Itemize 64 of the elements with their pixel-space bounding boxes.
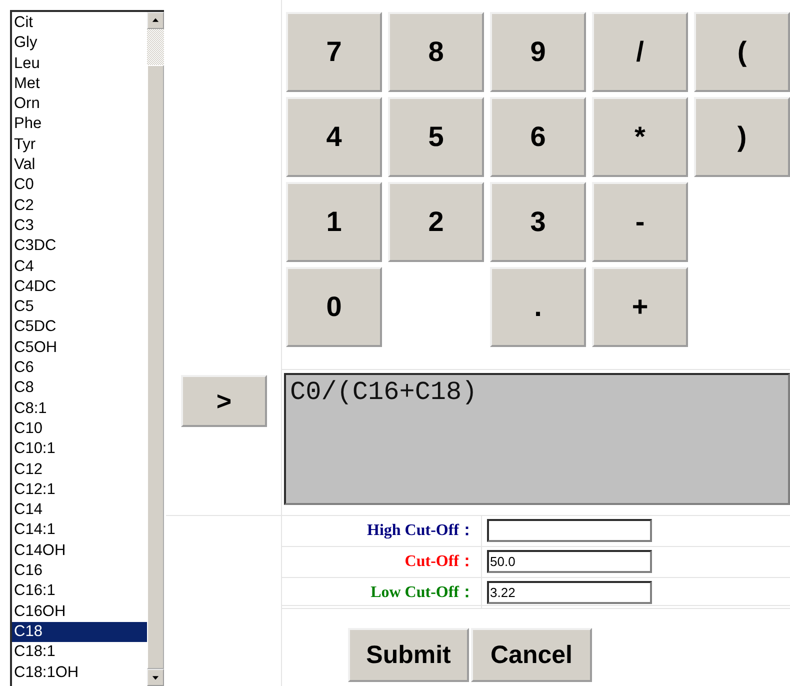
keypad-key[interactable]: - <box>592 182 688 262</box>
keypad-key[interactable]: 1 <box>286 182 382 262</box>
keypad-key[interactable]: ) <box>694 97 790 177</box>
list-item[interactable]: C6 <box>12 358 147 378</box>
list-item[interactable]: C4DC <box>12 276 147 298</box>
cutoff-label: Low Cut-Off： <box>282 578 482 608</box>
list-item[interactable]: Gly <box>12 33 147 54</box>
list-item[interactable]: C18 <box>12 622 147 642</box>
list-item[interactable]: C16 <box>12 561 147 582</box>
keypad-key[interactable]: 2 <box>388 182 484 262</box>
keypad-key[interactable]: . <box>490 267 586 347</box>
list-item[interactable]: Tyr <box>12 134 147 156</box>
list-item[interactable]: C10 <box>12 418 147 440</box>
list-item[interactable]: C12 <box>12 460 147 480</box>
list-item[interactable]: C14 <box>12 500 147 520</box>
scroll-up-icon[interactable] <box>147 12 164 29</box>
list-item[interactable]: Leu <box>12 54 147 74</box>
list-item[interactable]: C12:1 <box>12 480 147 500</box>
insert-button[interactable]: > <box>181 375 267 427</box>
scrollbar-thumb[interactable] <box>147 65 164 669</box>
list-item[interactable]: C8 <box>12 378 147 399</box>
keypad-key[interactable]: + <box>592 267 688 347</box>
scroll-down-icon[interactable] <box>147 669 164 686</box>
keypad-key[interactable]: 4 <box>286 97 382 177</box>
list-item[interactable]: C2 <box>12 196 147 216</box>
list-item[interactable]: C5DC <box>12 317 147 338</box>
list-item[interactable]: C4 <box>12 256 147 277</box>
list-item[interactable]: C3DC <box>12 236 147 257</box>
cutoff-label: Cut-Off： <box>282 547 482 577</box>
analyte-list[interactable]: Cit Gly Leu Met Orn Phe Tyr Val C0 C2 C3 C3DC C4 C4DC C5 C5DC C5OH C6 C8 C8:1 C10 C10:1 C12 C12:1 C14 C14:1 C14OH C16 C16:1 C16OH C18 C18:1 C18:1OH <box>10 10 164 686</box>
cutoff-input[interactable]: 50.0 <box>487 550 652 573</box>
keypad-key[interactable]: * <box>592 97 688 177</box>
list-item[interactable]: Val <box>12 155 147 176</box>
list-item[interactable]: C16OH <box>12 602 147 622</box>
cancel-button[interactable]: Cancel <box>471 628 592 682</box>
submit-button[interactable]: Submit <box>348 628 469 682</box>
keypad-key[interactable]: 3 <box>490 182 586 262</box>
list-item[interactable]: C16:1 <box>12 581 147 602</box>
list-item[interactable]: Cit <box>12 13 147 34</box>
cutoff-input[interactable] <box>487 519 652 542</box>
list-item[interactable]: Phe <box>12 114 147 135</box>
keypad-key[interactable]: 9 <box>490 12 586 92</box>
keypad-key[interactable]: 7 <box>286 12 382 92</box>
list-item[interactable]: C8:1 <box>12 398 147 419</box>
keypad-key[interactable]: / <box>592 12 688 92</box>
list-item[interactable]: C3 <box>12 216 147 236</box>
keypad-key[interactable]: 8 <box>388 12 484 92</box>
list-item[interactable]: C5OH <box>12 338 147 358</box>
list-item[interactable]: C14:1 <box>12 520 147 541</box>
keypad-key[interactable]: 0 <box>286 267 382 347</box>
keypad-key[interactable]: ( <box>694 12 790 92</box>
list-item[interactable]: C0 <box>12 175 147 196</box>
keypad-key[interactable]: 6 <box>490 97 586 177</box>
keypad-key[interactable]: 5 <box>388 97 484 177</box>
list-item[interactable]: C10:1 <box>12 439 147 460</box>
list-item[interactable]: C5 <box>12 297 147 318</box>
list-item[interactable]: Orn <box>12 94 147 114</box>
list-item[interactable]: C18:1 <box>12 642 147 662</box>
list-item[interactable]: Met <box>12 74 147 94</box>
cutoff-input[interactable]: 3.22 <box>487 581 652 604</box>
list-item[interactable]: C18:1OH <box>12 662 147 683</box>
list-item[interactable]: C14OH <box>12 540 147 562</box>
cutoff-label: High Cut-Off： <box>282 516 482 546</box>
formula-field[interactable]: C0/(C16+C18) <box>284 373 790 505</box>
